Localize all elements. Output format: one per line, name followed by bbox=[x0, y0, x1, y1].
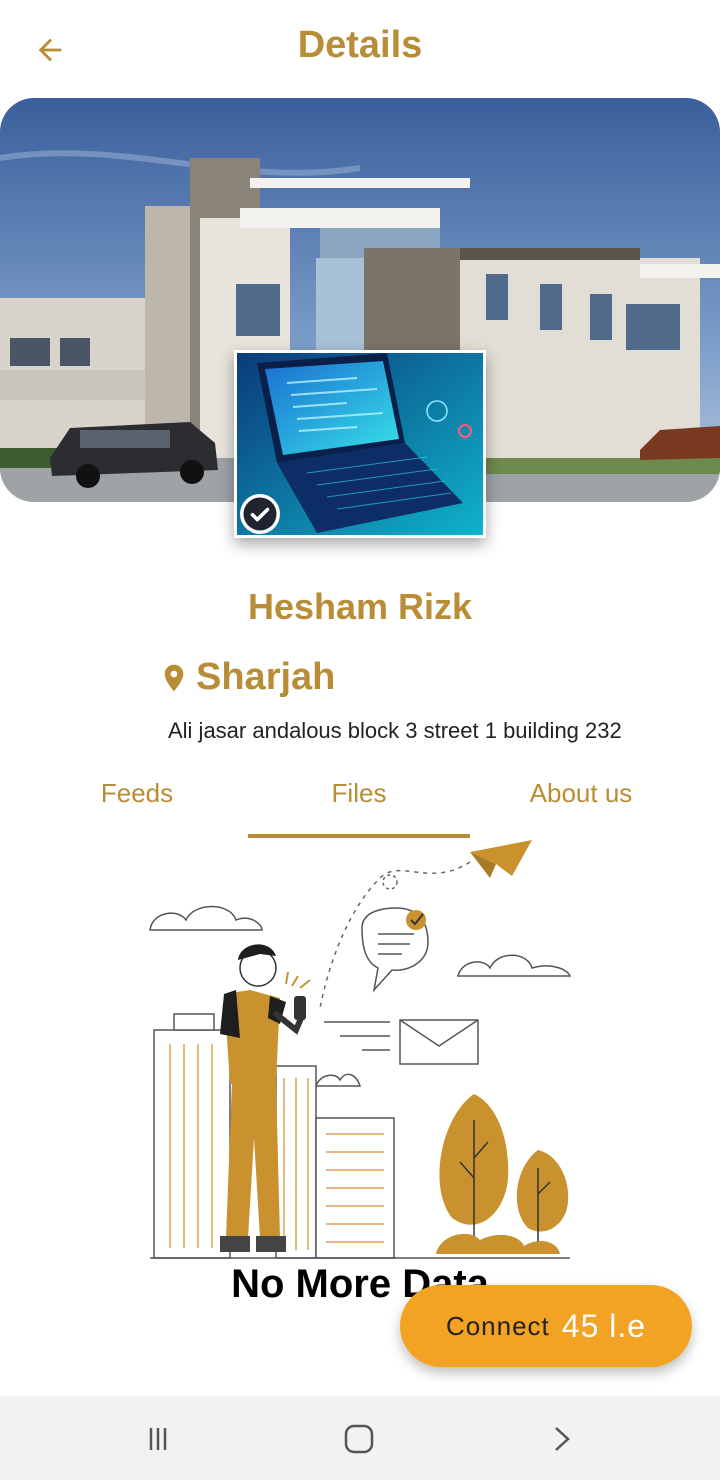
system-back-button[interactable] bbox=[538, 1416, 584, 1462]
location-row: Sharjah bbox=[158, 656, 335, 699]
empty-state-illustration bbox=[140, 838, 580, 1262]
app-bar: Details bbox=[0, 0, 720, 98]
tab-about-us[interactable]: About us bbox=[470, 778, 692, 809]
verified-badge bbox=[240, 494, 280, 534]
recent-apps-button[interactable] bbox=[135, 1416, 181, 1462]
recent-apps-icon bbox=[149, 1428, 167, 1450]
page-title: Details bbox=[297, 24, 423, 66]
home-icon bbox=[344, 1424, 374, 1454]
back-chevron-icon bbox=[555, 1427, 570, 1451]
address-text: Ali jasar andalous block 3 street 1 buil… bbox=[168, 718, 622, 743]
location-city: Sharjah bbox=[196, 656, 336, 698]
system-nav-bar bbox=[0, 1396, 720, 1480]
home-button[interactable] bbox=[336, 1416, 382, 1462]
profile-name: Hesham Rizk bbox=[247, 586, 473, 627]
connect-label: Connect bbox=[445, 1310, 550, 1341]
connect-price: 45 l.e bbox=[561, 1307, 647, 1344]
tab-files[interactable]: Files bbox=[248, 778, 470, 809]
check-circle-icon bbox=[243, 497, 277, 531]
location-pin-icon bbox=[164, 664, 184, 691]
connect-button[interactable]: Connect 45 l.e bbox=[400, 1285, 692, 1367]
tab-bar: Feeds Files About us bbox=[0, 770, 720, 842]
tab-feeds[interactable]: Feeds bbox=[26, 778, 248, 809]
